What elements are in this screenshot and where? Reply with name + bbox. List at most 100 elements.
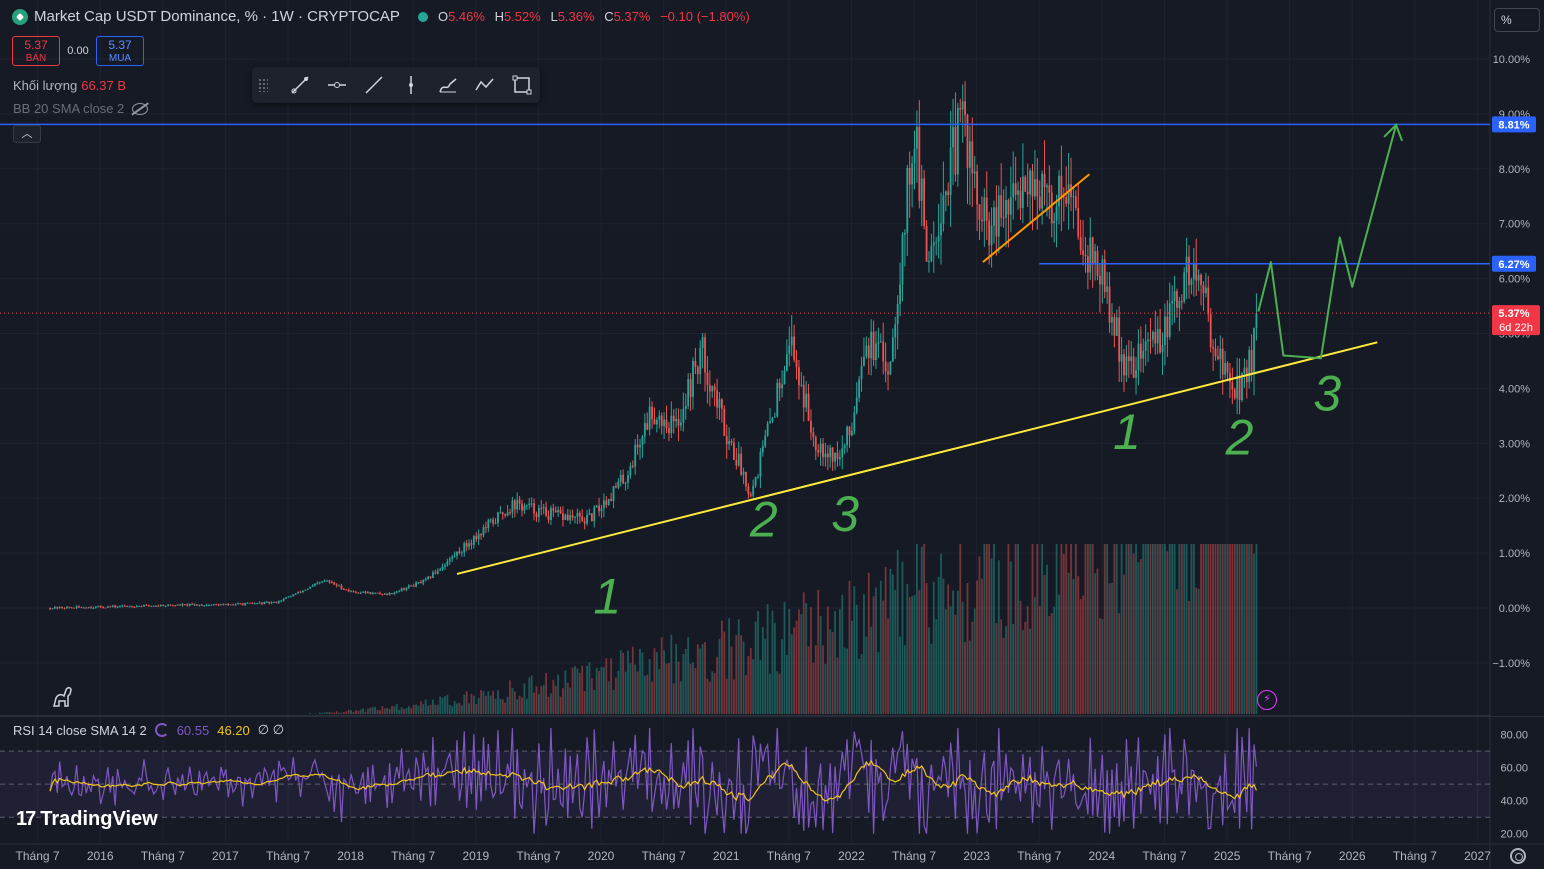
sync-icon[interactable] — [154, 723, 169, 737]
volume-bar — [1034, 597, 1036, 714]
chart-root[interactable]: 123123 10.00%9.00%8.00%7.00%6.00%5.00%4.… — [0, 0, 1544, 869]
volume-bar — [1123, 574, 1125, 714]
chart-svg[interactable]: 123123 10.00%9.00%8.00%7.00%6.00%5.00%4.… — [0, 0, 1544, 869]
dinosaur-icon[interactable] — [50, 684, 76, 710]
buy-button[interactable]: 5.37 MUA — [96, 36, 144, 66]
volume-bar — [379, 710, 381, 714]
candle-body — [444, 565, 446, 567]
lightning-alert-icon[interactable]: ⚡ — [1257, 690, 1277, 710]
price-tick-label: 2.00% — [1499, 493, 1530, 505]
volume-bar — [1106, 544, 1109, 714]
volume-bar — [574, 666, 576, 714]
volume-bar — [1156, 544, 1159, 714]
rsi-legend[interactable]: RSI 14 close SMA 14 2 60.55 46.20 ∅ ∅ — [13, 722, 284, 738]
candle-body — [971, 141, 974, 174]
volume-bar — [523, 683, 526, 714]
candle-body — [1207, 287, 1210, 315]
candle-body — [480, 533, 482, 536]
volume-bar — [675, 644, 678, 714]
volume-bar — [785, 654, 788, 714]
candle-body — [913, 148, 916, 164]
volume-bar — [728, 618, 731, 714]
time-tick-label: Tháng 7 — [1268, 849, 1312, 863]
volume-bar — [342, 712, 345, 714]
price-tick-label: 3.00% — [1499, 438, 1530, 450]
volume-bar — [636, 671, 639, 714]
candle-body — [109, 606, 112, 608]
volume-bar — [952, 590, 954, 714]
candle-body — [73, 607, 76, 609]
volume-bar — [918, 590, 921, 714]
candle-body — [330, 582, 333, 584]
trend-line-tool-icon[interactable] — [282, 71, 319, 99]
candle-body — [1159, 329, 1162, 353]
candle-body — [492, 519, 495, 524]
candle-body — [87, 607, 90, 609]
candle-body — [757, 476, 759, 478]
volume-bar — [1192, 544, 1195, 714]
vertical-line-tool-icon[interactable] — [392, 71, 429, 99]
volume-bar — [393, 706, 396, 714]
candle-body — [1106, 286, 1109, 292]
volume-bar — [776, 671, 779, 714]
hidden-eye-icon[interactable] — [132, 102, 149, 115]
volume-bar — [879, 580, 882, 714]
candle-body — [521, 503, 523, 511]
candle-body — [282, 598, 285, 601]
candle-body — [658, 415, 661, 420]
candle-body — [106, 606, 109, 608]
candle-body — [135, 606, 138, 608]
candle-body — [270, 602, 273, 604]
candle-body — [119, 606, 121, 608]
horizontal-ray-tool-icon[interactable] — [319, 71, 356, 99]
candle-body — [66, 606, 68, 609]
volume-bar — [528, 677, 531, 714]
sell-button[interactable]: 5.37 BÁN — [12, 36, 60, 66]
volume-bar — [1000, 619, 1003, 714]
volume-bar — [829, 629, 832, 714]
volume-bar — [1118, 613, 1121, 714]
path-tool-icon[interactable] — [429, 71, 466, 99]
candle-body — [694, 360, 697, 368]
candle-body — [665, 419, 668, 428]
candle-body — [509, 512, 511, 514]
tradingview-logo[interactable]: 17 TradingView — [16, 808, 158, 831]
candle-body — [198, 604, 201, 606]
price-axis[interactable]: 10.00%9.00%8.00%7.00%6.00%5.00%4.00%3.00… — [1491, 0, 1544, 716]
polyline-tool-icon[interactable] — [466, 71, 503, 99]
volume-legend[interactable]: Khối lượng 66.37 B — [13, 78, 126, 93]
collapse-legend-button[interactable]: ︿ — [13, 125, 41, 143]
candle-body — [371, 592, 374, 594]
volume-bar — [610, 658, 613, 714]
volume-bar — [1101, 619, 1104, 714]
candle-body — [636, 444, 639, 448]
volume-bar — [1139, 559, 1142, 714]
candle-body — [1233, 389, 1236, 399]
volume-bar — [607, 681, 610, 714]
candle-body — [720, 399, 723, 409]
candle-body — [783, 370, 786, 385]
volume-bar — [595, 667, 598, 714]
drag-handle-icon[interactable] — [258, 78, 268, 92]
candle-body — [1212, 347, 1214, 349]
rsi-tick-label: 20.00 — [1500, 829, 1528, 841]
candle-body — [853, 412, 856, 431]
candle-body — [554, 510, 557, 513]
rectangle-tool-icon[interactable] — [503, 71, 540, 99]
symbol-title[interactable]: Market Cap USDT Dominance, % · 1W · CRYP… — [34, 8, 400, 25]
settings-gear-icon[interactable] — [1510, 848, 1526, 864]
candle-body — [268, 601, 271, 604]
candle-body — [1089, 237, 1092, 273]
bb-legend[interactable]: BB 20 SMA close 2 — [13, 101, 149, 116]
trade-buttons: 5.37 BÁN 0.00 5.37 MUA — [12, 36, 144, 66]
candle-body — [246, 602, 249, 604]
ray-tool-icon[interactable] — [356, 71, 393, 99]
volume-bar — [901, 561, 904, 714]
scale-percent-button[interactable]: % — [1494, 8, 1540, 32]
time-tick-label: Tháng 7 — [1142, 849, 1186, 863]
volume-bar — [583, 690, 586, 714]
candle-body — [1243, 367, 1246, 374]
volume-bar — [1171, 544, 1174, 714]
volume-bar — [1195, 587, 1198, 714]
candle-body — [993, 207, 995, 226]
